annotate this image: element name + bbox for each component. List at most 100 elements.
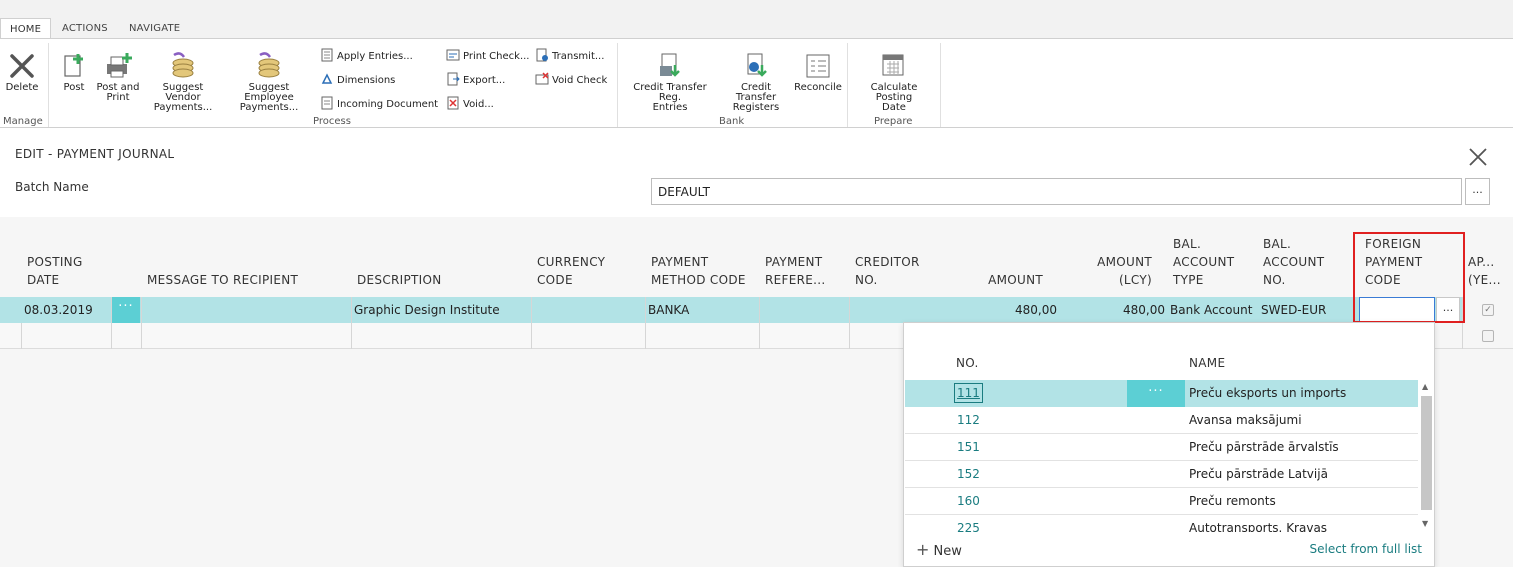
- void-check-icon: [535, 72, 549, 85]
- post-button[interactable]: Post: [58, 51, 90, 93]
- credit-transfer-reg-entries-button[interactable]: Credit Transfer Reg. Entries: [622, 51, 718, 113]
- tab-home[interactable]: HOME: [0, 18, 52, 40]
- document-icon: [321, 96, 333, 110]
- scroll-up-arrow-icon[interactable]: ▲: [1422, 382, 1428, 391]
- cell-bal-account-type[interactable]: Bank Account: [1170, 303, 1252, 317]
- group-label-process: Process: [313, 116, 351, 127]
- col-header-payment-ref-line1: PAYMENT: [765, 255, 823, 269]
- col-header-message-to-recipient[interactable]: MESSAGE TO RECIPIENT: [147, 271, 298, 289]
- cell-bal-account-no[interactable]: SWED-EUR: [1261, 303, 1326, 317]
- grid-divider: [141, 297, 142, 349]
- dropdown-row[interactable]: 111 ··· Preču eksports un imports: [905, 380, 1418, 407]
- group-divider: [847, 43, 848, 127]
- dropdown-item-no[interactable]: 160: [957, 494, 980, 508]
- group-label-bank: Bank: [719, 116, 745, 127]
- col-header-approved[interactable]: AP... (YE...: [1468, 253, 1501, 289]
- col-header-payment-reference[interactable]: PAYMENT REFERE...: [765, 253, 825, 289]
- print-check-icon: [446, 49, 460, 61]
- calculate-posting-date-button[interactable]: Calculate Posting Date: [851, 51, 937, 113]
- col-header-bal-type-line3: TYPE: [1173, 273, 1204, 287]
- approved-checkbox[interactable]: ✓: [1482, 304, 1494, 316]
- dropdown-item-name: Preču pārstrāde Latvijā: [1189, 467, 1328, 481]
- col-header-currency-line2: CODE: [537, 273, 573, 287]
- dimensions-button[interactable]: Dimensions: [320, 72, 395, 86]
- delete-button[interactable]: Delete: [4, 51, 40, 93]
- post-and-print-button[interactable]: Post and Print: [96, 51, 140, 103]
- col-header-bal-no-line3: NO.: [1263, 273, 1286, 287]
- col-header-creditor-no[interactable]: CREDITOR NO.: [855, 253, 920, 289]
- dropdown-row-actions-button[interactable]: ···: [1127, 380, 1185, 407]
- calendar-icon: [882, 54, 904, 76]
- dropdown-item-no[interactable]: 225: [957, 521, 980, 532]
- suggest-vendor-label-line2: Payments...: [153, 102, 213, 113]
- export-button[interactable]: Export...: [446, 72, 505, 86]
- col-header-payment-ref-line2: REFERE...: [765, 273, 826, 287]
- batch-name-field[interactable]: DEFAULT: [651, 178, 1462, 205]
- col-header-amount[interactable]: AMOUNT: [960, 271, 1043, 289]
- credit-transfer-registers-button[interactable]: Credit Transfer Registers: [720, 51, 792, 113]
- suggest-employee-payments-button[interactable]: Suggest Employee Payments...: [224, 51, 314, 113]
- col-header-description[interactable]: DESCRIPTION: [357, 271, 442, 289]
- dropdown-item-no[interactable]: 111: [954, 383, 983, 403]
- suggest-payments-icon: [172, 52, 194, 78]
- col-header-currency-code[interactable]: CURRENCY CODE: [537, 253, 605, 289]
- cell-amount[interactable]: 480,00: [960, 303, 1057, 317]
- incoming-document-button[interactable]: Incoming Document: [320, 96, 438, 110]
- apply-entries-button[interactable]: Apply Entries...: [320, 48, 413, 62]
- dropdown-item-no[interactable]: 152: [957, 467, 980, 481]
- dropdown-row[interactable]: 225 Autotransports. Kravas: [905, 515, 1418, 532]
- col-header-bal-account-type[interactable]: BAL. ACCOUNT TYPE: [1173, 235, 1234, 289]
- print-check-button[interactable]: Print Check...: [446, 48, 529, 62]
- transmit-icon: [536, 48, 548, 62]
- grid-divider: [21, 323, 22, 349]
- export-icon: [447, 72, 460, 86]
- grid-divider: [759, 297, 760, 349]
- scrollbar-thumb[interactable]: [1421, 396, 1432, 510]
- col-header-payment-method-line1: PAYMENT: [651, 255, 709, 269]
- col-header-bal-account-no[interactable]: BAL. ACCOUNT NO.: [1263, 235, 1324, 289]
- dropdown-item-no[interactable]: 112: [957, 413, 980, 427]
- void-icon: [447, 96, 459, 110]
- reconcile-button[interactable]: Reconcile: [794, 51, 842, 93]
- transmit-label: Transmit...: [552, 51, 605, 62]
- plus-icon: +: [916, 540, 930, 559]
- check-icon: ✓: [1484, 305, 1492, 315]
- dropdown-item-no[interactable]: 151: [957, 440, 980, 454]
- incoming-document-label: Incoming Document: [337, 99, 439, 110]
- row-actions-button[interactable]: ···: [112, 297, 140, 323]
- void-button[interactable]: Void...: [446, 96, 494, 110]
- table-row-empty[interactable]: [0, 323, 903, 349]
- approved-checkbox-empty[interactable]: [1482, 330, 1494, 342]
- void-check-button[interactable]: Void Check: [535, 72, 607, 86]
- cell-posting-date[interactable]: 08.03.2019: [24, 303, 93, 317]
- dropdown-row[interactable]: 160 Preču remonts: [905, 488, 1418, 515]
- dropdown-row[interactable]: 151 Preču pārstrāde ārvalstīs: [905, 434, 1418, 461]
- col-header-ap-line1: AP...: [1468, 255, 1495, 269]
- tab-actions[interactable]: ACTIONS: [53, 18, 117, 39]
- close-icon[interactable]: [1467, 146, 1489, 168]
- dropdown-row[interactable]: 112 Avansa maksājumi: [905, 407, 1418, 434]
- cell-amount-lcy[interactable]: 480,00: [1080, 303, 1165, 317]
- transmit-button[interactable]: Transmit...: [535, 48, 604, 62]
- batch-name-lookup-button[interactable]: ...: [1465, 178, 1490, 205]
- apply-entries-label: Apply Entries...: [337, 51, 413, 62]
- dropdown-new-button[interactable]: + New: [916, 540, 962, 559]
- scroll-down-arrow-icon[interactable]: ▼: [1422, 519, 1428, 528]
- col-header-payment-method-code[interactable]: PAYMENT METHOD CODE: [651, 253, 746, 289]
- dropdown-scrollbar[interactable]: ▲ ▼: [1419, 380, 1434, 532]
- post-label: Post: [63, 82, 85, 93]
- dropdown-item-name: Avansa maksājumi: [1189, 413, 1302, 427]
- grid-divider: [531, 297, 532, 349]
- select-from-full-list-link[interactable]: Select from full list: [1309, 542, 1422, 556]
- group-divider: [940, 43, 941, 127]
- suggest-vendor-payments-button[interactable]: Suggest Vendor Payments...: [144, 51, 222, 113]
- dropdown-item-name: Preču pārstrāde ārvalstīs: [1189, 440, 1339, 454]
- col-header-amount-lcy[interactable]: AMOUNT (LCY): [1080, 253, 1152, 289]
- col-header-posting-date-line2: DATE: [27, 273, 60, 287]
- post-icon: [64, 54, 83, 77]
- dropdown-row[interactable]: 152 Preču pārstrāde Latvijā: [905, 461, 1418, 488]
- cell-description[interactable]: Graphic Design Institute: [354, 303, 500, 317]
- col-header-posting-date[interactable]: POSTING DATE: [27, 253, 83, 289]
- cell-payment-method-code[interactable]: BANKA: [648, 303, 689, 317]
- tab-navigate[interactable]: NAVIGATE: [120, 18, 189, 39]
